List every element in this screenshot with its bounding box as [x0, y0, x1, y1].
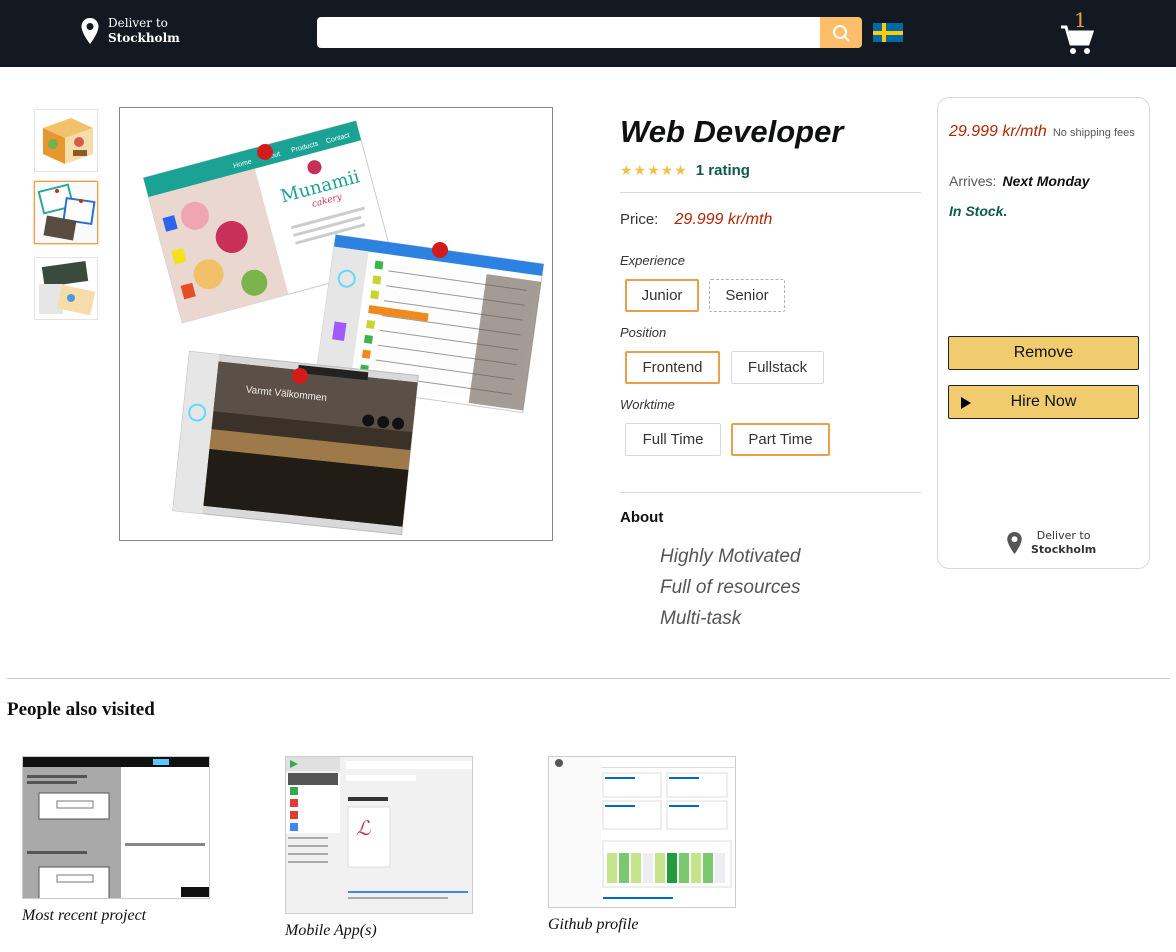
play-icon	[961, 397, 971, 409]
buybox-deliver-to[interactable]: Deliver to Stockholm	[1006, 529, 1096, 557]
buybox-price: 29.999 kr/mth	[949, 123, 1047, 140]
deliver-to-label: Deliver to	[108, 16, 168, 30]
shipping-fees: No shipping fees	[1052, 127, 1135, 139]
card-image-mobile-apps[interactable]: ℒ	[285, 756, 473, 914]
product-box-image	[43, 118, 93, 164]
arrival-row: Arrives: Next Monday	[949, 173, 1090, 189]
experience-label: Experience	[620, 253, 686, 268]
card-image-recent-project[interactable]	[22, 756, 210, 899]
buy-box: 29.999 kr/mth No shipping fees Arrives: Ne…	[937, 97, 1150, 569]
price-row: Price: 29.999 kr/mth	[620, 211, 772, 229]
arrives-label: Arrives:	[949, 173, 997, 189]
hire-now-button[interactable]: Hire Now	[948, 385, 1139, 419]
github-screenshot	[549, 757, 735, 907]
search-input[interactable]	[317, 17, 821, 48]
buybox-price-row: 29.999 kr/mth No shipping fees	[949, 121, 1144, 144]
sweden-flag-icon[interactable]	[873, 23, 903, 42]
app-screens-image	[39, 261, 96, 316]
card-caption[interactable]: Github profile	[548, 916, 639, 934]
portfolio-collage: Home About Products Contact Munamii cake…	[142, 120, 545, 536]
card-image-github-profile[interactable]	[548, 756, 736, 908]
location-pin-icon	[1007, 531, 1022, 555]
deliver-to-label: Deliver to	[1036, 529, 1091, 542]
divider	[620, 192, 921, 193]
position-label: Position	[620, 325, 667, 340]
search-icon	[833, 24, 850, 42]
about-item: Highly Motivated	[660, 546, 801, 567]
shopping-cart-icon	[1061, 25, 1094, 54]
top-navbar: Deliver to Stockholm 1	[0, 0, 1176, 67]
worktime-label: Worktime	[620, 397, 675, 412]
search-button[interactable]	[820, 17, 862, 48]
remove-button-label: Remove	[1013, 344, 1074, 361]
option-junior[interactable]: Junior	[625, 279, 699, 312]
project-screenshot	[23, 757, 209, 898]
about-item: Full of resources	[660, 577, 801, 598]
gallery-thumbnail-3[interactable]	[34, 257, 98, 320]
rating-row: ★★★★★ 1 rating	[620, 162, 750, 179]
gallery-thumbnail-1[interactable]	[34, 109, 98, 172]
card-caption[interactable]: Most recent project	[22, 907, 146, 925]
search-bar	[317, 17, 862, 48]
arrives-value: Next Monday	[1002, 173, 1090, 189]
price-label: Price:	[620, 211, 659, 228]
option-senior[interactable]: Senior	[709, 279, 785, 312]
location-pin-icon	[81, 18, 99, 44]
deliver-city: Stockholm	[1031, 543, 1097, 556]
rating-stars-icon: ★★★★★	[620, 162, 688, 179]
product-title: Web Developer	[620, 114, 844, 149]
cart-button[interactable]: 1	[1058, 10, 1098, 56]
deliver-city: Stockholm	[108, 31, 180, 45]
about-item: Multi-task	[660, 608, 742, 629]
section-divider	[7, 678, 1170, 679]
also-visited-heading: People also visited	[7, 699, 155, 720]
option-frontend[interactable]: Frontend	[625, 351, 720, 384]
option-part-time[interactable]: Part Time	[731, 423, 830, 456]
divider	[620, 492, 921, 493]
option-fullstack[interactable]: Fullstack	[731, 351, 824, 384]
option-full-time[interactable]: Full Time	[625, 423, 721, 456]
svg-text:ℒ: ℒ	[356, 816, 371, 840]
main-product-image[interactable]: Home About Products Contact Munamii cake…	[119, 107, 553, 541]
about-heading: About	[620, 509, 664, 526]
remove-button[interactable]: Remove	[948, 336, 1139, 370]
stock-status: In Stock.	[949, 203, 1008, 219]
hire-now-label: Hire Now	[1010, 393, 1077, 410]
deliver-to-location[interactable]: Deliver to Stockholm	[80, 16, 180, 46]
price-value: 29.999 kr/mth	[674, 211, 773, 228]
card-caption[interactable]: Mobile App(s)	[285, 922, 377, 940]
rating-count-link[interactable]: 1 rating	[696, 162, 750, 179]
portfolio-collage-image	[35, 182, 97, 243]
google-play-screenshot: ℒ	[286, 757, 472, 913]
gallery-thumbnail-2[interactable]	[34, 181, 98, 244]
